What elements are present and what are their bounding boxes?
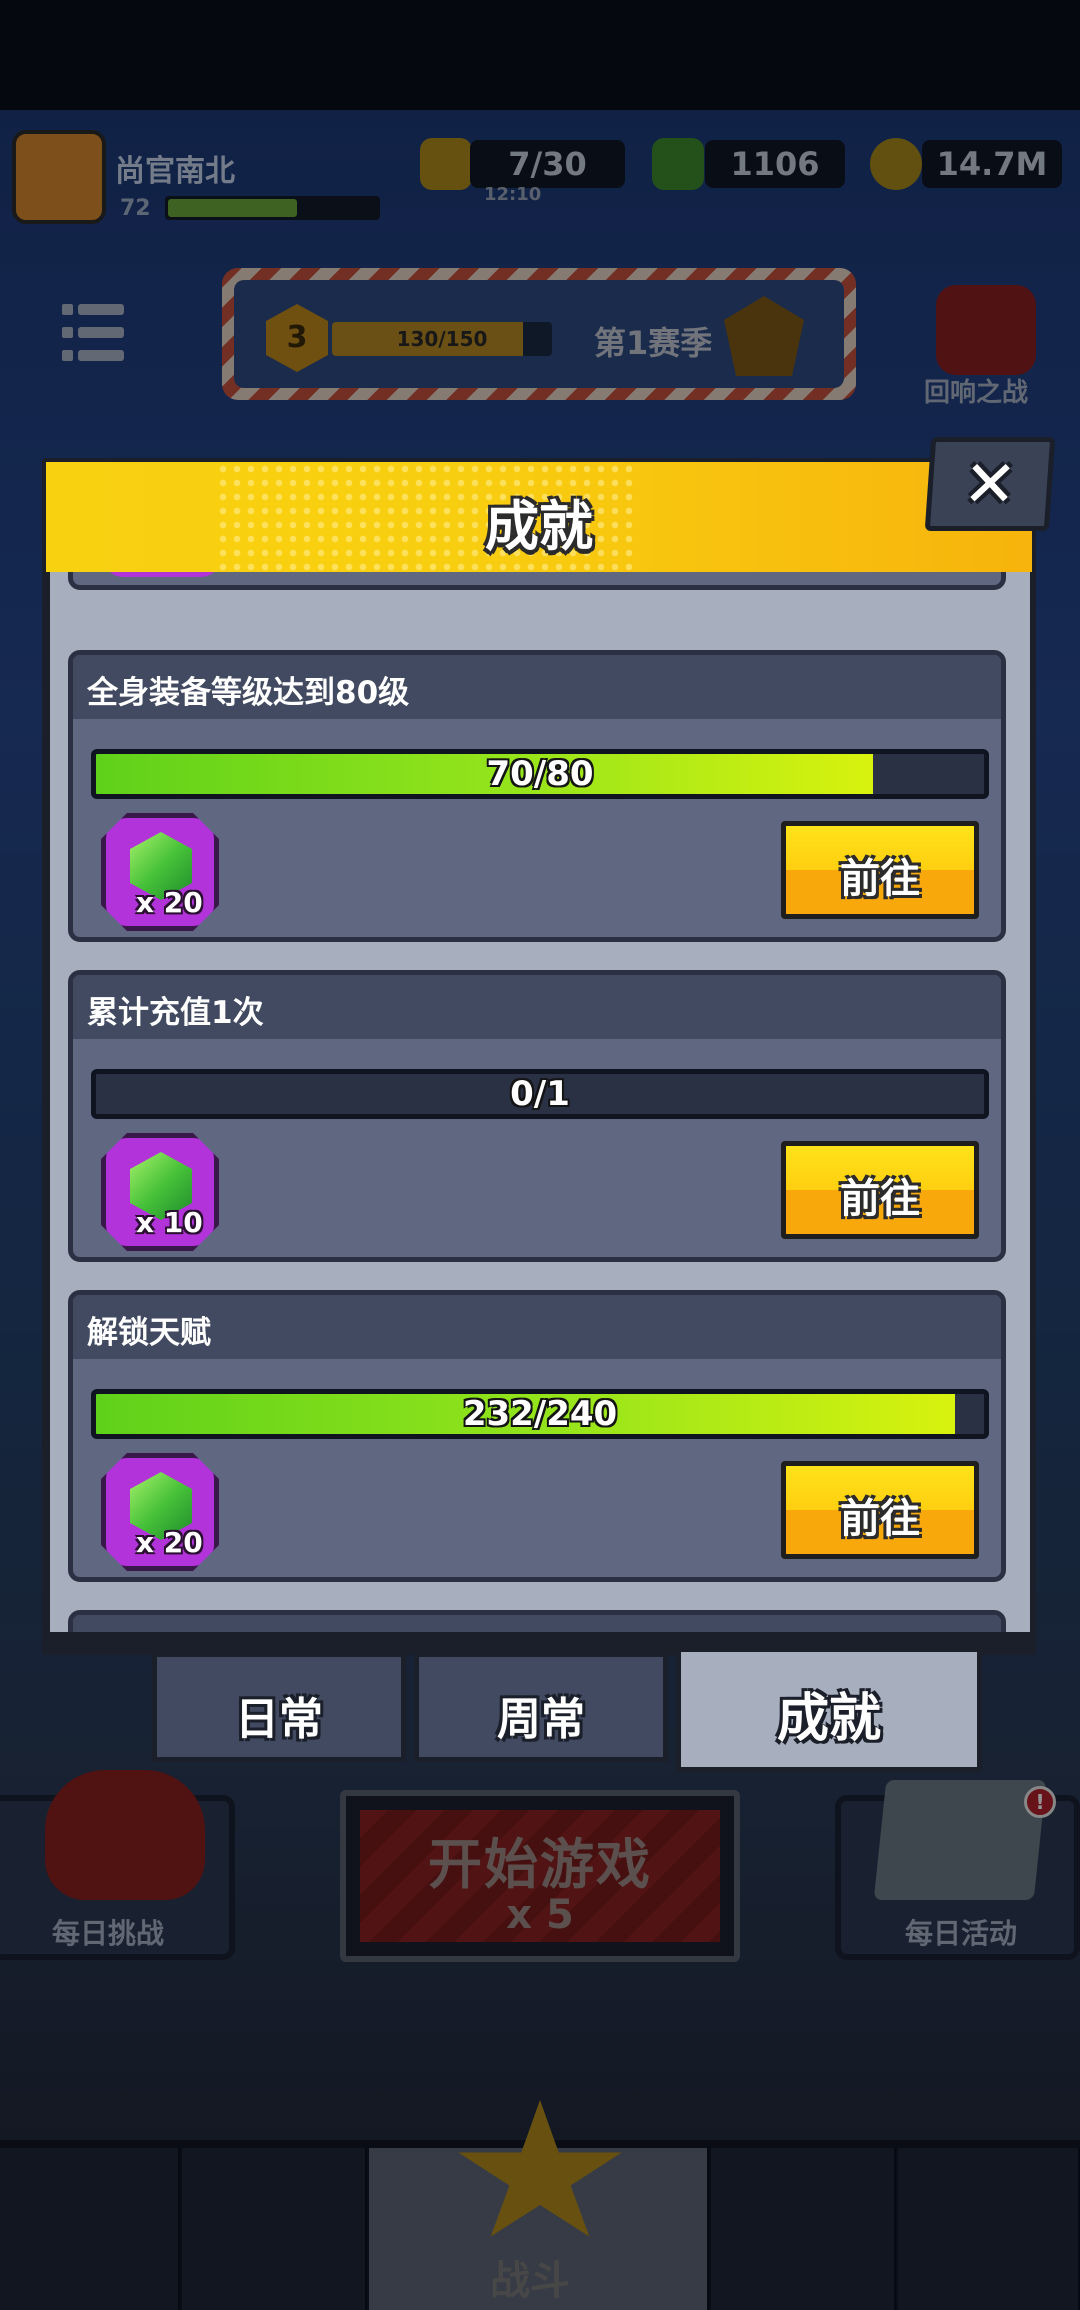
- tab-achievements[interactable]: 成就: [676, 1652, 982, 1772]
- achievement-card: 全身装备等级达到80级 70/80 x 20 前往: [68, 650, 1006, 942]
- reward-count: x 10: [136, 1206, 203, 1239]
- close-icon: ✕: [960, 448, 1020, 522]
- achievement-progress-bar: 232/240: [91, 1389, 989, 1439]
- achievement-title: 全身装备等级达到80级: [87, 675, 410, 711]
- close-button[interactable]: ✕: [924, 437, 1056, 531]
- achievement-progress-bar: 0/1: [91, 1069, 989, 1119]
- go-button[interactable]: 前往: [781, 1141, 979, 1239]
- achievement-card: 解锁天赋 232/240 x 20 前往: [68, 1290, 1006, 1582]
- tab-achievements-label: 成就: [776, 1689, 881, 1749]
- tab-daily-label: 日常: [235, 1694, 323, 1745]
- go-button-label: 前往: [840, 1176, 920, 1222]
- achievement-card-partial-top: [68, 572, 1006, 590]
- go-button-label: 前往: [840, 856, 920, 902]
- reward-item[interactable]: x 20: [101, 813, 219, 931]
- achievement-card: 累计充值1次 0/1 x 10 前往: [68, 970, 1006, 1262]
- achievement-progress-text: 0/1: [510, 1074, 570, 1114]
- go-button-label: 前往: [840, 1496, 920, 1542]
- achievement-title: 累计充值1次: [87, 995, 264, 1031]
- achievement-list[interactable]: 全身装备等级达到80级 70/80 x 20 前往 累计充值1次 0/1 x 1…: [50, 572, 1030, 1632]
- achievement-progress-text: 70/80: [486, 754, 594, 794]
- go-button[interactable]: 前往: [781, 821, 979, 919]
- achievement-progress-text: 232/240: [462, 1394, 618, 1434]
- dialog-title: 成就: [485, 495, 593, 558]
- reward-item[interactable]: x 20: [101, 1453, 219, 1571]
- achievement-progress-bar: 70/80: [91, 749, 989, 799]
- tab-weekly-label: 周常: [497, 1694, 585, 1745]
- reward-count: x 20: [136, 1526, 203, 1559]
- dialog-header: 成就: [46, 462, 1032, 572]
- achievement-title: 解锁天赋: [87, 1315, 211, 1351]
- reward-count: x 20: [136, 886, 203, 919]
- tab-weekly[interactable]: 周常: [414, 1652, 668, 1762]
- go-button[interactable]: 前往: [781, 1461, 979, 1559]
- reward-gem-icon: [103, 572, 221, 577]
- achievement-card-partial-bottom: [68, 1610, 1006, 1632]
- tab-daily[interactable]: 日常: [152, 1652, 406, 1762]
- reward-item[interactable]: x 10: [101, 1133, 219, 1251]
